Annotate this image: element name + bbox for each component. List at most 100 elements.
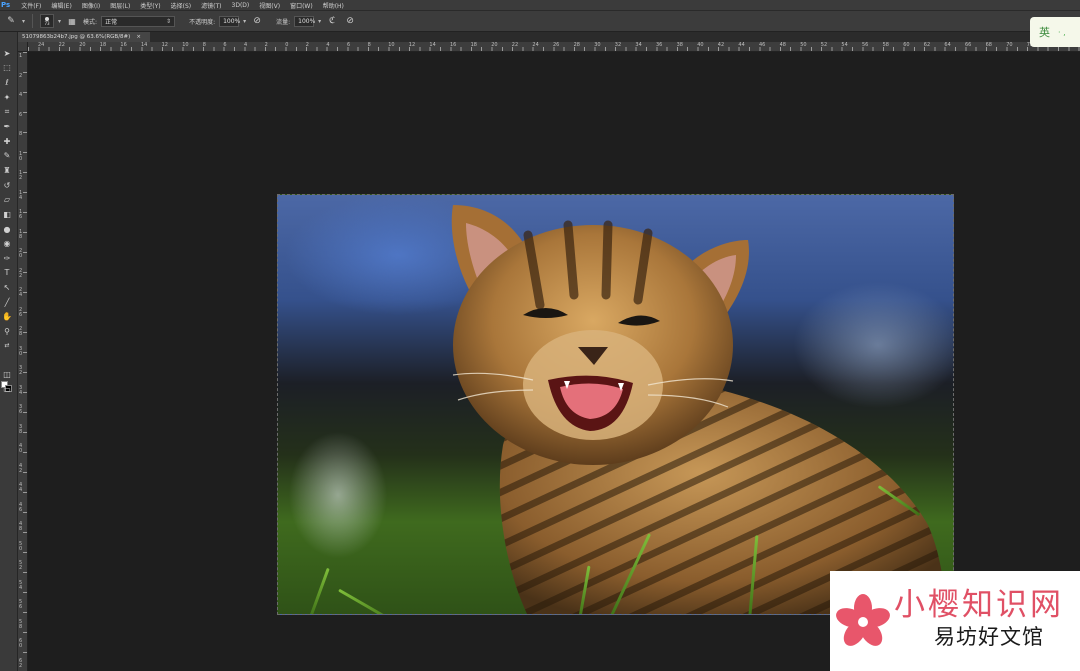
ruler-tick-label: 30 (594, 42, 601, 48)
ruler-tick-label: 60 (903, 42, 910, 48)
ruler-tick-label: 20 (491, 42, 498, 48)
menu-view[interactable]: 视图(V) (254, 1, 285, 10)
ruler-tick-label: 46 (759, 42, 766, 48)
pen-tool-icon[interactable]: ✑ (0, 252, 14, 265)
ruler-tick-label: 58 (882, 42, 889, 48)
ruler-tick-label: 60 (19, 638, 23, 649)
menu-select[interactable]: 选择(S) (166, 1, 197, 10)
menu-layer[interactable]: 图层(L) (105, 1, 135, 10)
ruler-tick-label: 18 (99, 42, 107, 48)
menu-file[interactable]: 文件(F) (16, 1, 46, 10)
airbrush-icon[interactable]: ℭ (325, 14, 339, 28)
brush-tool-icon[interactable]: ✎ (0, 149, 14, 162)
photoshop-logo: Ps (1, 1, 11, 9)
marquee-tool-icon[interactable]: ⬚ (0, 61, 14, 74)
vertical-ruler[interactable]: 1 2 4 6 8 10 12 14 16 18 20 22 24 26 28 30 32 34 36 38 40 42 4… (18, 52, 28, 671)
brush-tool-icon[interactable]: ✎ (4, 14, 18, 28)
ruler-tick-label: 16 (450, 42, 457, 48)
path-select-tool-icon[interactable]: ↖ (0, 281, 14, 294)
ruler-tick-label: 44 (738, 42, 745, 48)
type-tool-icon[interactable]: T (0, 266, 14, 279)
sakura-flower-icon (836, 594, 890, 646)
ruler-tick-label: 22 (511, 42, 519, 48)
brush-size-chevron-down-icon[interactable]: ▾ (58, 18, 61, 25)
ruler-tick-label: 66 (965, 42, 972, 48)
ruler-tick-label: 40 (697, 42, 704, 48)
crop-tool-icon[interactable]: ⌗ (0, 105, 14, 118)
ruler-tick-label: 34 (635, 42, 642, 48)
horizontal-ruler[interactable]: 24 22 20 18 16 14 12 10 8 6 4 2 0 2 4 6 8 10 12 14 16 18 20 22 2… (28, 42, 1080, 52)
quick-select-tool-icon[interactable]: ✦ (0, 91, 14, 104)
move-tool-icon[interactable]: ➤ (0, 47, 14, 60)
ruler-tick-label: 2 (305, 42, 309, 48)
tools-panel: ➤ ⬚ ℓ ✦ ⌗ ✒ ✚ ✎ ♜ ↺ ▱ ◧ ● ◉ ✑ T ↖ ╱ ✋ ⚲ … (0, 32, 18, 671)
document-tab[interactable]: 51079863b24b7.jpg @ 63.6%(RGB/8#) × (18, 32, 150, 42)
tool-preset-chevron-down-icon[interactable]: ▾ (22, 18, 25, 25)
ruler-tick-label: 1 (19, 53, 23, 59)
ruler-tick-label: 36 (656, 42, 663, 48)
screen-mode-icon[interactable]: ▭ (0, 383, 14, 396)
eraser-tool-icon[interactable]: ▱ (0, 193, 14, 206)
menu-type[interactable]: 类型(Y) (135, 1, 165, 10)
ruler-tick-label: 58 (19, 618, 23, 630)
ruler-tick-label: 4 (19, 92, 23, 98)
ruler-tick-label: 14 (141, 42, 148, 48)
pressure-opacity-icon[interactable]: ⊘ (250, 14, 264, 28)
healing-brush-tool-icon[interactable]: ✚ (0, 135, 14, 148)
flow-input[interactable]: 100% (294, 15, 315, 27)
ruler-tick-label: 16 (120, 42, 127, 48)
menu-image[interactable]: 图像(I) (77, 1, 105, 10)
ruler-tick-label: 40 (19, 443, 23, 454)
opacity-label: 不透明度: (189, 18, 216, 26)
zoom-tool-icon[interactable]: ⚲ (0, 325, 14, 338)
brush-panel-toggle-icon[interactable]: ▦ (65, 14, 79, 28)
eyedropper-tool-icon[interactable]: ✒ (0, 120, 14, 133)
ruler-tick-label: 46 (19, 501, 23, 513)
clone-stamp-tool-icon[interactable]: ♜ (0, 164, 14, 177)
mode-label: 模式: (83, 18, 98, 26)
brush-size-value: 73 (44, 20, 50, 26)
ime-indicator[interactable]: 英 · , (1030, 17, 1080, 47)
blur-tool-icon[interactable]: ● (0, 223, 14, 236)
menu-filter[interactable]: 滤镜(T) (196, 1, 226, 10)
close-icon[interactable]: × (136, 34, 141, 40)
mode-chevron-icon: ⇕ (166, 17, 172, 25)
dodge-tool-icon[interactable]: ◉ (0, 237, 14, 250)
menu-window[interactable]: 窗口(W) (285, 1, 318, 10)
ruler-tick-label: 38 (676, 42, 683, 48)
menu-help[interactable]: 帮助(H) (318, 1, 349, 10)
menu-edit[interactable]: 编辑(E) (46, 1, 76, 10)
lasso-tool-icon[interactable]: ℓ (0, 76, 14, 89)
swap-colors-icon[interactable]: ⇄ (0, 339, 14, 352)
ruler-tick-label: 6 (223, 42, 227, 48)
paint-bucket-tool-icon[interactable]: ◧ (0, 208, 14, 221)
pressure-size-icon[interactable]: ⊘ (343, 14, 357, 28)
flow-chevron-down-icon[interactable]: ▾ (318, 18, 321, 25)
ruler-tick-label: 38 (19, 423, 23, 435)
document-tab-title: 51079863b24b7.jpg @ 63.6%(RGB/8#) (22, 34, 131, 40)
ruler-tick-label: 14 (19, 189, 23, 201)
ruler-tick-label: 42 (19, 462, 23, 474)
opacity-chevron-down-icon[interactable]: ▾ (243, 18, 246, 25)
ruler-origin[interactable] (18, 42, 28, 52)
menu-3d[interactable]: 3D(D) (227, 2, 255, 9)
ruler-tick-label: 44 (19, 482, 23, 493)
hand-tool-icon[interactable]: ✋ (0, 310, 14, 323)
mode-select[interactable]: 正常 ⇕ (101, 15, 176, 27)
ruler-tick-label: 24 (38, 42, 45, 48)
ruler-tick-label: 48 (779, 42, 786, 48)
ruler-tick-label: 8 (367, 42, 371, 48)
ruler-tick-label: 56 (862, 42, 869, 48)
ruler-tick-label: 32 (19, 365, 23, 376)
ruler-tick-label: 62 (19, 657, 23, 669)
history-brush-tool-icon[interactable]: ↺ (0, 179, 14, 192)
quick-mask-icon[interactable]: ◫ (0, 368, 14, 381)
ruler-tick-label: 26 (553, 42, 560, 48)
flow-label: 流量: (276, 18, 291, 26)
document-image[interactable] (277, 194, 954, 615)
ruler-tick-label: 4 (326, 42, 330, 48)
line-tool-icon[interactable]: ╱ (0, 296, 14, 309)
ruler-tick-label: 68 (985, 42, 992, 48)
brush-size-picker[interactable]: 73 (40, 14, 55, 28)
opacity-input[interactable]: 100% (219, 15, 240, 27)
